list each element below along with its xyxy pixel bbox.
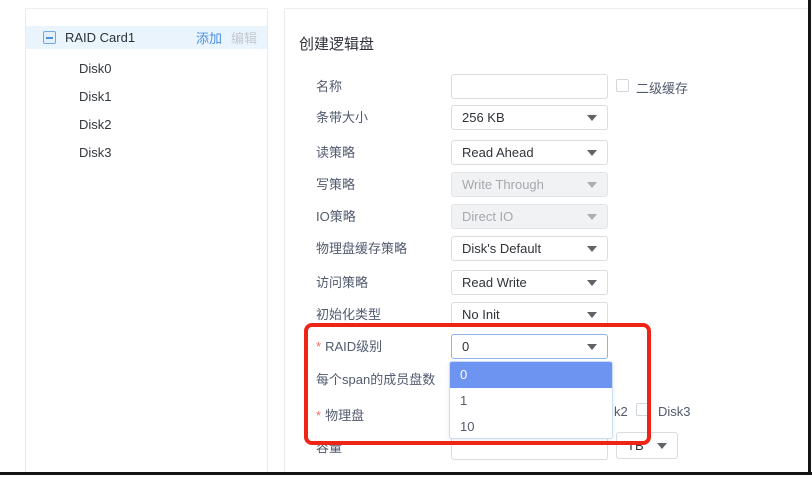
- stripe-size-select[interactable]: 256 KB: [451, 105, 608, 130]
- chevron-down-icon: [587, 246, 597, 252]
- disk-cache-policy-label: 物理盘缓存策略: [316, 236, 407, 261]
- read-policy-label: 读策略: [316, 140, 355, 165]
- chevron-down-icon: [587, 214, 597, 220]
- add-link[interactable]: 添加: [196, 28, 222, 47]
- name-label: 名称: [316, 74, 342, 99]
- write-policy-label: 写策略: [316, 172, 355, 197]
- secondary-cache-checkbox[interactable]: [616, 79, 629, 92]
- chevron-down-icon: [587, 115, 597, 121]
- raid-level-label: RAID级别: [325, 339, 382, 354]
- secondary-cache-label: 二级缓存: [636, 78, 688, 97]
- read-policy-select[interactable]: Read Ahead: [451, 140, 608, 165]
- raid-level-select[interactable]: 0: [451, 334, 608, 359]
- stripe-size-label: 条带大小: [316, 105, 368, 130]
- page-title: 创建逻辑盘: [299, 33, 374, 54]
- access-policy-select[interactable]: Read Write: [451, 270, 608, 295]
- physical-disk-label: 物理盘: [325, 408, 364, 423]
- screenshot-border-right: [808, 0, 811, 475]
- chevron-down-icon: [587, 280, 597, 286]
- tree-item-disk2[interactable]: Disk2: [26, 111, 267, 139]
- span-members-label: 每个span的成员盘数: [316, 367, 435, 392]
- raid-config-screen: RAID Card1 添加 编辑 Disk0 Disk1 Disk2 Disk3…: [0, 0, 812, 479]
- io-policy-label: IO策略: [316, 204, 356, 229]
- init-type-label: 初始化类型: [316, 302, 381, 327]
- raid-option-1[interactable]: 1: [450, 388, 612, 414]
- name-input[interactable]: [451, 74, 608, 99]
- chevron-down-icon: [587, 150, 597, 156]
- access-policy-label: 访问策略: [316, 270, 368, 295]
- create-logical-disk-panel: 创建逻辑盘 名称 二级缓存 条带大小 256 KB 读策略 Read Ahead…: [284, 8, 808, 472]
- raid-level-dropdown: 0 1 10: [449, 361, 613, 439]
- tree-item-disk1[interactable]: Disk1: [26, 83, 267, 111]
- raid-tree-sidebar: RAID Card1 添加 编辑 Disk0 Disk1 Disk2 Disk3: [25, 8, 268, 472]
- chevron-down-icon: [587, 182, 597, 188]
- required-asterisk: *: [316, 408, 321, 423]
- tree-children: Disk0 Disk1 Disk2 Disk3: [26, 55, 267, 167]
- chevron-down-icon: [587, 312, 597, 318]
- tree-root-label: RAID Card1: [65, 30, 135, 45]
- screenshot-border-bottom: [0, 472, 812, 475]
- collapse-minus-icon[interactable]: [43, 31, 56, 44]
- capacity-unit-select[interactable]: TB: [616, 432, 678, 459]
- disk3-checkbox-label: Disk3: [658, 404, 691, 419]
- disk-cache-policy-select[interactable]: Disk's Default: [451, 236, 608, 261]
- disk3-checkbox[interactable]: [636, 403, 649, 416]
- edit-link[interactable]: 编辑: [231, 28, 257, 47]
- raid-option-0[interactable]: 0: [450, 362, 612, 388]
- io-policy-select: Direct IO: [451, 204, 608, 229]
- capacity-label: 容量: [316, 435, 342, 460]
- tree-item-disk3[interactable]: Disk3: [26, 139, 267, 167]
- chevron-down-icon: [657, 443, 667, 449]
- tree-item-disk0[interactable]: Disk0: [26, 55, 267, 83]
- tree-node-raid-card[interactable]: RAID Card1 添加 编辑: [26, 26, 267, 49]
- required-asterisk: *: [316, 339, 321, 354]
- init-type-select[interactable]: No Init: [451, 302, 608, 327]
- raid-option-10[interactable]: 10: [450, 414, 612, 439]
- chevron-down-icon: [587, 344, 597, 350]
- write-policy-select: Write Through: [451, 172, 608, 197]
- disk2-partial-label: k2: [614, 404, 628, 419]
